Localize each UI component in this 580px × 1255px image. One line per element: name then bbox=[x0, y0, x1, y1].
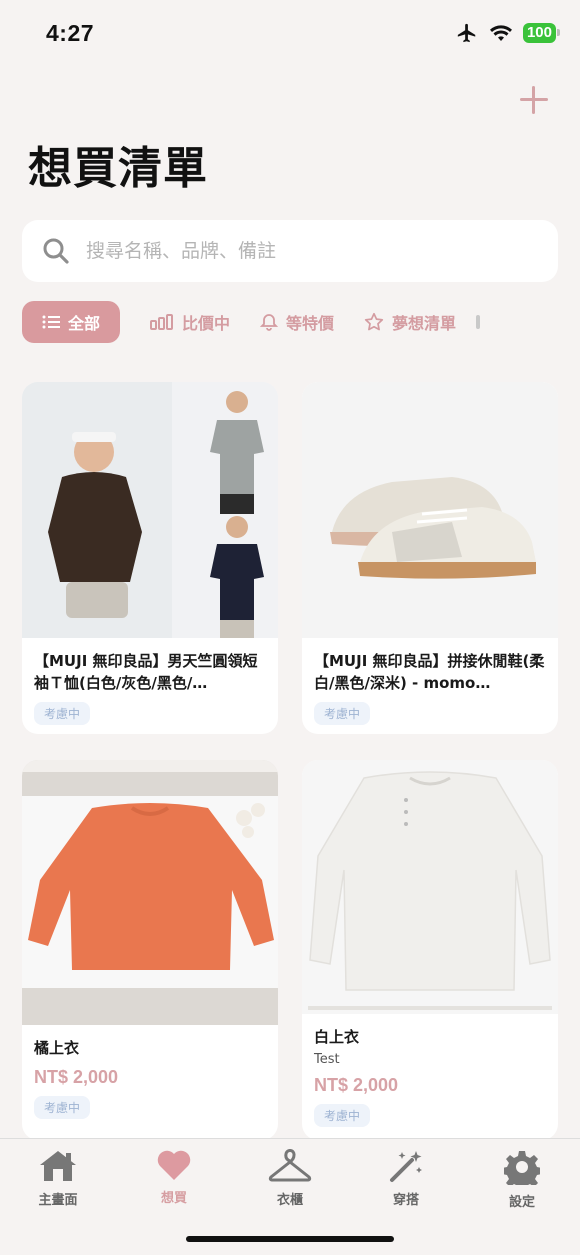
product-image bbox=[22, 382, 278, 638]
airplane-icon bbox=[457, 23, 476, 43]
magic-wand-icon bbox=[390, 1151, 422, 1182]
filter-chip-waiting-sale[interactable]: 等特價 bbox=[260, 301, 334, 343]
card-body: 白上衣 Test NT$ 2,000 考慮中 bbox=[302, 1014, 558, 1137]
tab-label: 衣櫃 bbox=[276, 1193, 303, 1208]
filter-chips: 全部 比價中 等特價 夢想清單 bbox=[22, 300, 481, 344]
product-image bbox=[302, 760, 558, 1014]
search-bar[interactable] bbox=[22, 220, 558, 282]
filter-chip-all[interactable]: 全部 bbox=[22, 301, 121, 343]
product-title: 【MUJI 無印良品】男天竺圓領短袖Ｔ恤(白色/灰色/黑色/… bbox=[34, 652, 258, 692]
filter-scroll-indicator bbox=[476, 315, 481, 329]
tab-label: 設定 bbox=[508, 1195, 535, 1210]
tab-label: 主畫面 bbox=[38, 1193, 78, 1208]
product-title: 橘上衣 bbox=[34, 1039, 80, 1057]
tab-closet[interactable]: 衣櫃 bbox=[232, 1149, 348, 1208]
product-title: 白上衣 bbox=[314, 1028, 360, 1046]
card-body: 橘上衣 NT$ 2,000 考慮中 bbox=[22, 1025, 278, 1129]
tab-home[interactable]: 主畫面 bbox=[0, 1149, 116, 1208]
status-tag: 考慮中 bbox=[34, 702, 91, 725]
add-wishlist-button[interactable] bbox=[518, 84, 550, 116]
product-subtitle: Test bbox=[314, 1052, 340, 1067]
product-image bbox=[22, 760, 278, 1025]
sweater-photo-illustration bbox=[22, 760, 278, 1025]
search-icon bbox=[43, 238, 69, 264]
wishlist-card[interactable]: 【MUJI 無印良品】男天竺圓領短袖Ｔ恤(白色/灰色/黑色/… 考慮中 bbox=[22, 382, 278, 734]
bars-icon bbox=[150, 314, 174, 330]
tab-label: 想買 bbox=[160, 1191, 187, 1206]
status-time: 4:27 bbox=[46, 20, 95, 46]
product-title: 【MUJI 無印良品】拼接休閒鞋(柔白/黑色/深米) - momo… bbox=[314, 652, 545, 692]
list-icon bbox=[42, 315, 60, 329]
star-icon bbox=[364, 312, 384, 331]
filter-chip-comparing[interactable]: 比價中 bbox=[150, 301, 230, 343]
bell-icon bbox=[260, 314, 279, 331]
product-image bbox=[302, 382, 558, 638]
wishlist-card[interactable]: 【MUJI 無印良品】拼接休閒鞋(柔白/黑色/深米) - momo… 考慮中 bbox=[302, 382, 558, 734]
gear-icon bbox=[504, 1151, 540, 1185]
status-bar: 4:27 100 bbox=[0, 0, 580, 70]
home-indicator bbox=[186, 1236, 394, 1242]
filter-chip-label: 比價中 bbox=[182, 314, 231, 333]
status-tag: 考慮中 bbox=[314, 702, 371, 725]
filter-chip-label: 夢想清單 bbox=[392, 314, 457, 333]
filter-chip-label: 等特價 bbox=[286, 314, 335, 333]
filter-chip-dream-list[interactable]: 夢想清單 bbox=[364, 301, 456, 343]
tab-outfits[interactable]: 穿搭 bbox=[348, 1149, 464, 1208]
sneakers-photo-illustration bbox=[330, 477, 536, 579]
tab-wishlist[interactable]: 想買 bbox=[116, 1149, 232, 1206]
status-tag: 考慮中 bbox=[34, 1096, 91, 1119]
status-icons: 100 bbox=[455, 22, 561, 44]
tab-settings[interactable]: 設定 bbox=[464, 1149, 580, 1210]
hanger-icon bbox=[268, 1149, 312, 1182]
tab-label: 穿搭 bbox=[392, 1193, 419, 1208]
wifi-icon bbox=[489, 25, 512, 41]
wishlist-card[interactable]: 白上衣 Test NT$ 2,000 考慮中 bbox=[302, 760, 558, 1140]
wishlist-card[interactable]: 橘上衣 NT$ 2,000 考慮中 bbox=[22, 760, 278, 1140]
battery-indicator: 100 bbox=[522, 23, 561, 43]
product-price: NT$ 2,000 bbox=[314, 1075, 399, 1095]
longsleeve-photo-illustration bbox=[308, 771, 552, 1010]
filter-chip-label: 全部 bbox=[68, 314, 101, 333]
heart-icon bbox=[157, 1150, 191, 1180]
home-icon bbox=[40, 1151, 76, 1181]
search-input[interactable] bbox=[86, 240, 526, 262]
status-tag: 考慮中 bbox=[314, 1104, 371, 1127]
page-title: 想買清單 bbox=[28, 143, 208, 194]
card-body: 【MUJI 無印良品】男天竺圓領短袖Ｔ恤(白色/灰色/黑色/… 考慮中 bbox=[22, 638, 278, 734]
product-price: NT$ 2,000 bbox=[34, 1067, 119, 1087]
card-body: 【MUJI 無印良品】拼接休閒鞋(柔白/黑色/深米) - momo… 考慮中 bbox=[302, 638, 558, 734]
tshirt-photo-illustration bbox=[22, 382, 278, 638]
